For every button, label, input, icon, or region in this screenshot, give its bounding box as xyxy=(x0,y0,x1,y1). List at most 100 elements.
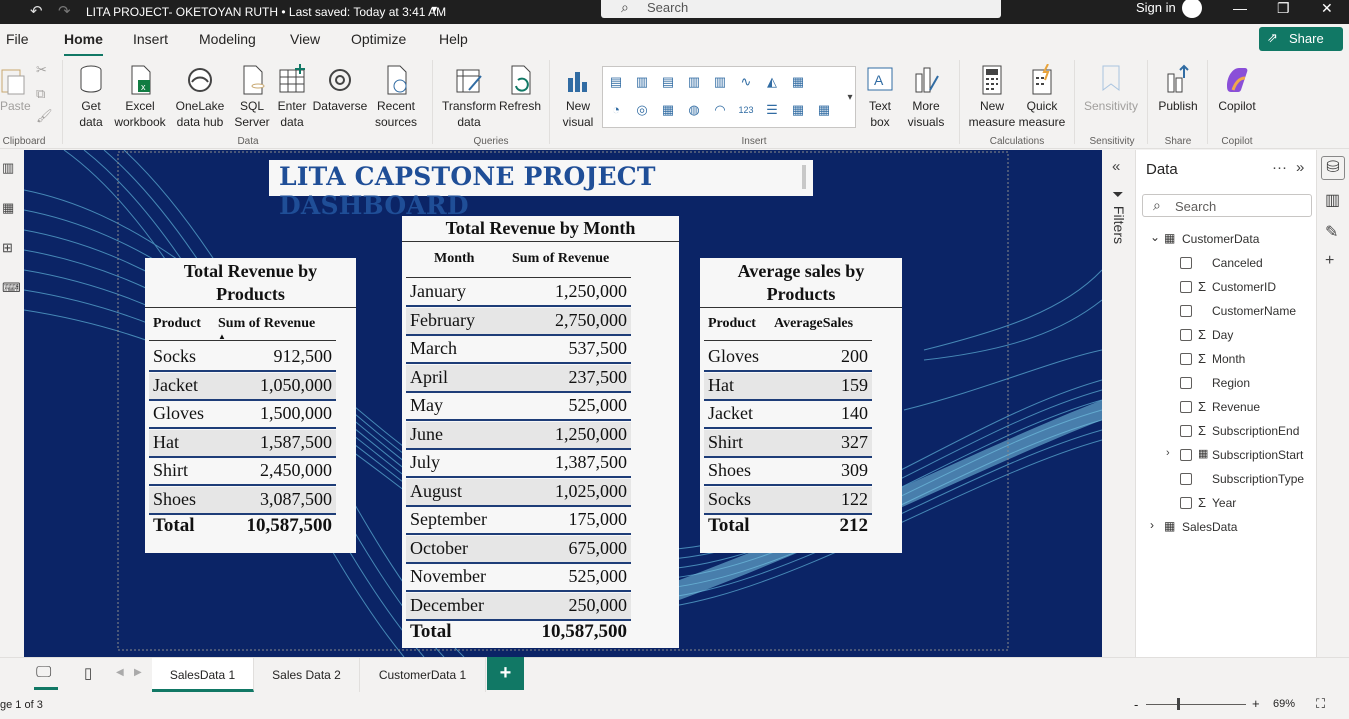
restore-icon[interactable]: ❐ xyxy=(1277,0,1290,17)
more-options-icon[interactable]: ··· xyxy=(1272,159,1287,176)
copilot-button[interactable]: Copilot xyxy=(1214,64,1260,114)
field-subscriptionstart[interactable]: ▦ SubscriptionStart xyxy=(1180,447,1316,465)
field-customername[interactable]: CustomerName xyxy=(1180,303,1316,321)
card-revenue-by-month[interactable]: Total Revenue by Month Month Sum of Reve… xyxy=(402,216,679,648)
sensitivity-button[interactable]: Sensitivity xyxy=(1080,64,1142,114)
checkbox[interactable] xyxy=(1180,401,1192,413)
gauge-icon[interactable]: ◠ xyxy=(711,101,729,119)
checkbox[interactable] xyxy=(1180,449,1192,461)
chevron-right-icon[interactable]: › xyxy=(1150,518,1154,532)
format-visual-icon[interactable]: ✎ xyxy=(1325,222,1338,242)
zoom-slider[interactable] xyxy=(1146,704,1246,705)
get-data-button[interactable]: Get data xyxy=(70,64,112,130)
report-view-icon[interactable]: ▥ xyxy=(2,160,14,176)
checkbox[interactable] xyxy=(1180,377,1192,389)
search-box[interactable]: ⌕ Search xyxy=(601,0,1001,18)
field-subscriptionend[interactable]: Σ SubscriptionEnd xyxy=(1180,423,1316,441)
build-visual-icon[interactable]: ▥ xyxy=(1325,190,1340,210)
table-view-icon[interactable]: ▦ xyxy=(2,200,14,216)
checkbox[interactable] xyxy=(1180,305,1192,317)
dax-query-icon[interactable]: ⌨ xyxy=(2,280,21,296)
field-revenue[interactable]: Σ Revenue xyxy=(1180,399,1316,417)
checkbox[interactable] xyxy=(1180,473,1192,485)
clustered-column-icon[interactable]: ▥ xyxy=(685,73,703,91)
checkbox[interactable] xyxy=(1180,281,1192,293)
excel-workbook-button[interactable]: x Excel workbook xyxy=(113,64,167,130)
checkbox[interactable] xyxy=(1180,329,1192,341)
col-header-average-sales[interactable]: AverageSales xyxy=(774,316,853,332)
zoom-out-icon[interactable]: - xyxy=(1134,697,1138,712)
card-icon[interactable]: 123 xyxy=(737,101,755,119)
matrix-icon[interactable]: ▦ xyxy=(815,101,833,119)
clustered-bar-icon[interactable]: ▤ xyxy=(659,73,677,91)
treemap-icon[interactable]: ▦ xyxy=(659,101,677,119)
add-pane-icon[interactable]: + xyxy=(1325,252,1334,270)
new-measure-button[interactable]: New measure xyxy=(966,64,1018,130)
sign-in-link[interactable]: Sign in xyxy=(1136,0,1176,15)
field-subscriptiontype[interactable]: SubscriptionType xyxy=(1180,471,1316,489)
multirow-card-icon[interactable]: ☰ xyxy=(763,101,781,119)
quick-measure-button[interactable]: Quick measure xyxy=(1018,64,1066,130)
model-view-icon[interactable]: ⊞ xyxy=(2,240,13,256)
paste-button[interactable]: Paste xyxy=(0,64,31,114)
zoom-in-icon[interactable]: + xyxy=(1252,696,1260,711)
stacked-bar-icon[interactable]: ▤ xyxy=(607,73,625,91)
field-customerid[interactable]: Σ CustomerID xyxy=(1180,279,1316,297)
text-box-button[interactable]: A Text box xyxy=(862,64,898,130)
col-header-product[interactable]: Product xyxy=(153,316,201,332)
dataverse-button[interactable]: Dataverse xyxy=(312,64,368,114)
sql-server-button[interactable]: SQL Server xyxy=(233,64,271,130)
tab-optimize[interactable]: Optimize xyxy=(351,31,406,47)
card-revenue-by-products[interactable]: Total Revenue by Products Product Sum of… xyxy=(145,258,356,553)
new-visual-button[interactable]: New visual xyxy=(556,64,600,130)
redo-icon[interactable]: ↷ xyxy=(58,2,71,20)
undo-icon[interactable]: ↶ xyxy=(30,2,43,20)
gallery-expand-icon[interactable]: ▾ xyxy=(841,89,859,107)
share-button[interactable]: ⇗ Share xyxy=(1259,27,1343,51)
ribbon-chart-icon[interactable]: ▦ xyxy=(789,73,807,91)
enter-data-button[interactable]: Enter data xyxy=(274,64,310,130)
column-chart-icon[interactable]: ▥ xyxy=(633,73,651,91)
collapse-pane-icon[interactable]: » xyxy=(1296,159,1304,176)
minimize-icon[interactable]: — xyxy=(1233,0,1247,16)
tab-home[interactable]: Home xyxy=(64,31,103,57)
area-chart-icon[interactable]: ◭ xyxy=(763,73,781,91)
chevron-down-icon[interactable]: ⌄ xyxy=(1150,230,1160,244)
title-dropdown-icon[interactable]: ▼ xyxy=(430,4,439,14)
col-header-sum-revenue[interactable]: Sum of Revenue xyxy=(218,316,315,332)
combo-chart-icon[interactable]: ▥ xyxy=(711,73,729,91)
onelake-button[interactable]: OneLake data hub xyxy=(170,64,230,130)
donut-chart-icon[interactable]: ◎ xyxy=(633,101,651,119)
field-region[interactable]: Region xyxy=(1180,375,1316,393)
table-visual-icon[interactable]: ▦ xyxy=(789,101,807,119)
page-tab-customerdata-1[interactable]: CustomerData 1 xyxy=(360,658,486,692)
field-month[interactable]: Σ Month xyxy=(1180,351,1316,369)
checkbox[interactable] xyxy=(1180,497,1192,509)
field-day[interactable]: Σ Day xyxy=(1180,327,1316,345)
field-canceled[interactable]: Canceled xyxy=(1180,255,1316,273)
tab-file[interactable]: File xyxy=(6,31,29,47)
col-header-product[interactable]: Product xyxy=(708,316,756,332)
checkbox[interactable] xyxy=(1180,425,1192,437)
checkbox[interactable] xyxy=(1180,353,1192,365)
zoom-slider-thumb[interactable] xyxy=(1177,698,1180,710)
refresh-button[interactable]: Refresh xyxy=(498,64,542,114)
fit-to-page-icon[interactable]: ⛶ xyxy=(1316,696,1325,712)
next-page-icon[interactable]: ▶ xyxy=(134,667,142,678)
copy-icon[interactable]: ⧉ xyxy=(36,86,45,102)
col-header-month[interactable]: Month xyxy=(434,251,474,267)
cut-icon[interactable]: ✂ xyxy=(36,62,47,78)
publish-button[interactable]: Publish xyxy=(1154,64,1202,114)
mobile-layout-icon[interactable]: ▯ xyxy=(84,664,92,682)
page-tab-sales-data-2[interactable]: Sales Data 2 xyxy=(254,658,360,692)
more-visuals-button[interactable]: More visuals xyxy=(900,64,952,130)
card-average-sales[interactable]: Average sales by Products Product Averag… xyxy=(700,258,902,553)
col-header-sum-revenue[interactable]: Sum of Revenue xyxy=(512,251,609,267)
data-pane-icon[interactable]: ⛁ xyxy=(1321,156,1345,180)
page-tab-salesdata-1[interactable]: SalesData 1 xyxy=(152,658,254,692)
tab-insert[interactable]: Insert xyxy=(133,31,168,47)
recent-sources-button[interactable]: Recent sources xyxy=(370,64,422,130)
close-icon[interactable]: ✕ xyxy=(1321,0,1333,17)
field-year[interactable]: Σ Year xyxy=(1180,495,1316,513)
table-salesdata[interactable]: › ▦ SalesData xyxy=(1150,518,1310,537)
